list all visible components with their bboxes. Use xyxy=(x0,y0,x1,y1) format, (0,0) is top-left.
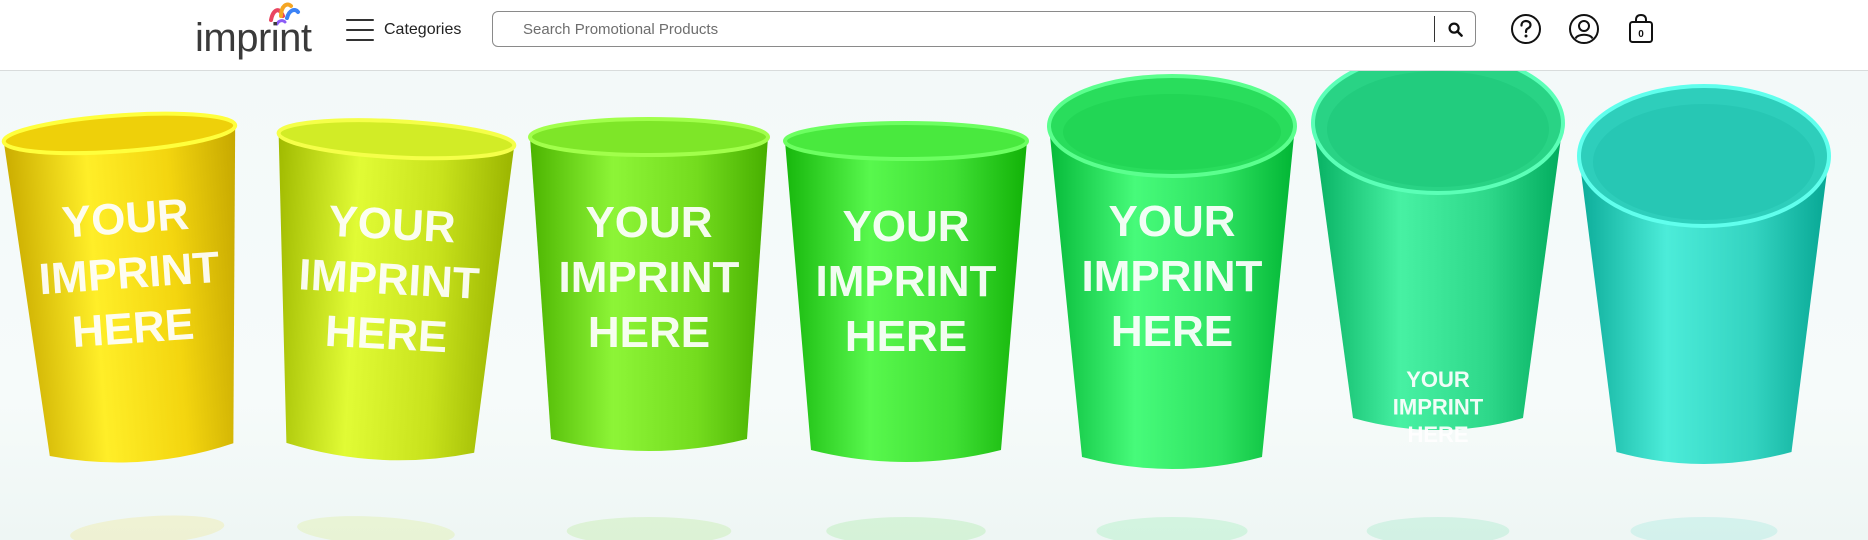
cup-reflection xyxy=(826,517,986,540)
cup-imprint-text: YOUR xyxy=(1406,367,1470,392)
help-button[interactable] xyxy=(1509,12,1543,46)
cup-imprint-text: HERE xyxy=(845,312,967,361)
cup-reflection xyxy=(1096,517,1248,540)
cart-count: 0 xyxy=(1638,29,1644,40)
cup-image: YOUR IMPRINT HERE xyxy=(783,121,1029,540)
cup-rim xyxy=(528,117,770,157)
cup-imprint-text: YOUR xyxy=(585,198,712,247)
hamburger-menu-icon xyxy=(346,19,374,41)
site-header: imprint Categories Search Promotional Pr… xyxy=(0,0,1868,71)
categories-menu-button[interactable]: Categories xyxy=(346,14,461,46)
search-button[interactable] xyxy=(1437,14,1473,44)
cup-imprint-text: IMPRINT xyxy=(816,257,997,306)
cup-interior xyxy=(1327,71,1549,187)
cup-imprint-text: HERE xyxy=(1407,422,1468,447)
site-logo[interactable]: imprint xyxy=(195,0,325,66)
cup-image: YOUR IMPRINT HERE xyxy=(1047,74,1297,540)
cup-image xyxy=(1577,84,1831,540)
account-button[interactable] xyxy=(1567,12,1601,46)
cup-rim xyxy=(783,121,1029,161)
search-icon xyxy=(1447,21,1463,37)
help-icon xyxy=(1511,14,1541,44)
cup-imprint-text: YOUR xyxy=(842,202,969,251)
cup-image: YOURIMPRINTHERE xyxy=(276,118,517,540)
cup-reflection xyxy=(1630,517,1778,540)
cup-imprint-text: HERE xyxy=(324,307,449,362)
cup-imprint-text: IMPRINT xyxy=(1393,395,1484,420)
cup-image: YOUR IMPRINT HERE xyxy=(528,117,770,540)
cup-reflection xyxy=(566,517,732,540)
search-bar xyxy=(492,11,1476,47)
cup-imprint-text: IMPRINT xyxy=(297,250,480,308)
account-icon xyxy=(1569,14,1599,44)
categories-label: Categories xyxy=(384,21,462,38)
cup-reflection xyxy=(1366,517,1510,540)
cup-reflection xyxy=(297,516,455,540)
search-input[interactable] xyxy=(494,13,1434,45)
cart-icon: 0 xyxy=(1629,13,1653,43)
cup-imprint-text: IMPRINT xyxy=(1082,252,1263,301)
cup-imprint-text: HERE xyxy=(588,308,710,357)
hero-banner: YOUR IMPRINT HERE YOUR IMPRINT HERE YOUR IMPRIN… xyxy=(0,71,1868,540)
cup-imprint-text: YOUR xyxy=(60,190,190,248)
search-divider xyxy=(1434,16,1435,42)
cup-interior xyxy=(1063,94,1281,170)
cup-imprint-text: YOUR xyxy=(327,197,457,253)
cup-imprint-text: IMPRINT xyxy=(559,253,740,302)
cups-banner-image: YOURIMPRINTHEREYOURIMPRINTHEREYOURIMPRIN… xyxy=(1,71,1831,540)
cup-imprint-text: YOUR xyxy=(1108,197,1235,246)
cup-reflection xyxy=(70,515,225,540)
cup-imprint-text: HERE xyxy=(70,300,195,357)
cup-interior xyxy=(1593,104,1815,220)
cart-button[interactable]: 0 xyxy=(1624,12,1658,46)
cup-imprint-text: HERE xyxy=(1111,307,1233,356)
cup-image: YOUR IMPRINTHERE xyxy=(1311,71,1565,540)
cup-image: YOURIMPRINTHERE xyxy=(1,111,238,540)
logo-text: imprint xyxy=(195,16,312,60)
